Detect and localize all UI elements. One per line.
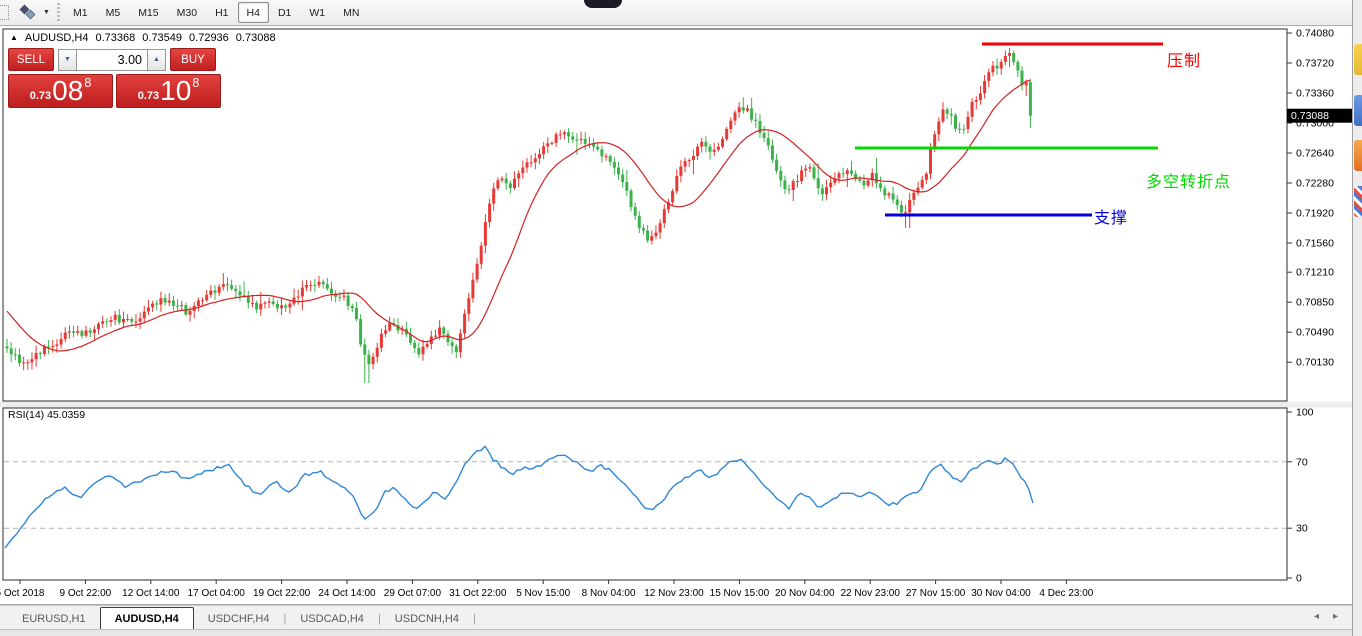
sell-button[interactable]: SELL	[8, 48, 54, 71]
svg-text:27 Nov 15:00: 27 Nov 15:00	[906, 588, 966, 599]
buy-price-prefix: 0.73	[138, 90, 159, 102]
svg-text:0.70850: 0.70850	[1296, 297, 1334, 309]
tab-USDCHF-H4[interactable]: USDCHF,H4	[194, 609, 284, 630]
timeframe-button-M30[interactable]: M30	[168, 2, 206, 23]
svg-text:0.73720: 0.73720	[1296, 58, 1334, 70]
current-price-text: 0.73088	[1291, 110, 1329, 122]
svg-text:0.72280: 0.72280	[1296, 178, 1334, 190]
buy-price-big: 10	[160, 77, 191, 105]
svg-text:8 Nov 04:00: 8 Nov 04:00	[582, 588, 636, 599]
svg-text:30: 30	[1296, 523, 1308, 535]
rsi-indicator-label: RSI(14) 45.0359	[8, 409, 85, 421]
svg-text:0.74080: 0.74080	[1296, 28, 1334, 40]
tab-divider: |	[473, 609, 476, 630]
buy-price-box[interactable]: 0.73 10 8	[116, 74, 221, 108]
svg-text:31 Oct 22:00: 31 Oct 22:00	[449, 588, 507, 599]
tabs-scroll-left-icon[interactable]: ◂	[1314, 611, 1319, 623]
blue-app-icon[interactable]	[1354, 95, 1362, 126]
timeframe-button-M5[interactable]: M5	[97, 2, 130, 23]
price-axis[interactable]: 0.740800.737200.733600.730000.726400.722…	[1287, 28, 1334, 369]
svg-text:0.71210: 0.71210	[1296, 267, 1334, 279]
tab-EURUSD-H1[interactable]: EURUSD,H1	[8, 609, 100, 630]
svg-text:9 Oct 22:00: 9 Oct 22:00	[60, 588, 112, 599]
svg-text:12 Nov 23:00: 12 Nov 23:00	[644, 588, 704, 599]
svg-text:5 Oct 2018: 5 Oct 2018	[0, 588, 45, 599]
time-axis[interactable]: 5 Oct 2018 9 Oct 22:00 12 Oct 14:00 17 Oct …	[0, 580, 1094, 599]
amount-input[interactable]	[77, 49, 147, 71]
rsi-axis[interactable]: 100 70 30 0	[1287, 407, 1314, 585]
striped-app-icon[interactable]	[1354, 186, 1362, 217]
svg-text:0: 0	[1296, 573, 1302, 585]
chart-tabs-bar: EURUSD,H1AUDUSD,H4USDCHF,H4|USDCAD,H4|US…	[0, 605, 1352, 629]
chart-canvas[interactable]: 0.740800.737200.733600.730000.726400.722…	[0, 28, 1352, 605]
svg-text:19 Oct 22:00: 19 Oct 22:00	[253, 588, 311, 599]
timeframe-button-H1[interactable]: H1	[206, 2, 237, 23]
dropdown-caret-icon[interactable]: ▼	[43, 9, 50, 16]
svg-text:17 Oct 04:00: 17 Oct 04:00	[188, 588, 246, 599]
timeframe-button-D1[interactable]: D1	[269, 2, 300, 23]
quote-open: 0.73368	[96, 32, 136, 44]
svg-text:15 Nov 15:00: 15 Nov 15:00	[710, 588, 770, 599]
desktop-edge-strip	[1352, 0, 1362, 636]
svg-text:100: 100	[1296, 407, 1314, 419]
panel-splitter[interactable]	[0, 402, 1352, 408]
annotation-label-pivot[interactable]: 多空转折点	[1146, 168, 1231, 192]
svg-text:30 Nov 04:00: 30 Nov 04:00	[971, 588, 1031, 599]
amount-increase-button[interactable]: ▲	[147, 49, 166, 71]
svg-text:0.70490: 0.70490	[1296, 327, 1334, 339]
buy-price-pipette: 8	[192, 76, 199, 90]
one-click-trading-widget: SELL ▼ ▲ BUY 0.73 08 8 0.73 10 8	[8, 48, 224, 108]
up-triangle-icon: ▲	[10, 33, 18, 42]
screen-notch	[584, 0, 622, 8]
annotation-label-support[interactable]: 支撑	[1094, 204, 1128, 228]
quote-high: 0.73549	[142, 32, 182, 44]
svg-text:0.72640: 0.72640	[1296, 148, 1334, 160]
amount-decrease-button[interactable]: ▼	[58, 49, 77, 71]
svg-text:4 Dec 23:00: 4 Dec 23:00	[1039, 588, 1093, 599]
tab-USDCAD-H4[interactable]: USDCAD,H4	[286, 609, 378, 630]
rsi-panel-box	[3, 408, 1287, 580]
sell-price-big: 08	[52, 77, 83, 105]
chart-tabs: EURUSD,H1AUDUSD,H4USDCHF,H4|USDCAD,H4|US…	[8, 607, 476, 630]
timeframe-button-MN[interactable]: MN	[334, 2, 368, 23]
svg-text:0.73360: 0.73360	[1296, 88, 1334, 100]
timeframe-button-M15[interactable]: M15	[129, 2, 167, 23]
top-toolbar: ▼ M1M5M15M30H1H4D1W1MN	[0, 0, 1362, 26]
timeframe-group: M1M5M15M30H1H4D1W1MN	[64, 2, 368, 23]
crosshair-partial-icon[interactable]	[0, 5, 9, 20]
timeframe-button-M1[interactable]: M1	[64, 2, 97, 23]
svg-text:12 Oct 14:00: 12 Oct 14:00	[122, 588, 180, 599]
yellow-app-icon[interactable]	[1354, 44, 1362, 75]
annotation-label-resistance[interactable]: 压制	[1167, 47, 1201, 71]
timeframe-button-H4[interactable]: H4	[238, 2, 269, 23]
svg-text:0.71560: 0.71560	[1296, 238, 1334, 250]
diamond-icon	[26, 10, 36, 20]
svg-text:20 Nov 04:00: 20 Nov 04:00	[775, 588, 835, 599]
svg-text:0.71920: 0.71920	[1296, 208, 1334, 220]
tab-USDCNH-H4[interactable]: USDCNH,H4	[381, 609, 473, 630]
sell-price-box[interactable]: 0.73 08 8	[8, 74, 113, 108]
sell-price-pipette: 8	[84, 76, 91, 90]
svg-text:22 Nov 23:00: 22 Nov 23:00	[840, 588, 900, 599]
toolbar-grip[interactable]	[57, 3, 60, 23]
quote-low: 0.72936	[189, 32, 229, 44]
svg-text:0.70130: 0.70130	[1296, 357, 1334, 369]
quote-line: ▲ AUDUSD,H4 0.73368 0.73549 0.72936 0.73…	[10, 32, 276, 44]
svg-text:70: 70	[1296, 456, 1308, 468]
quote-close: 0.73088	[236, 32, 276, 44]
svg-text:5 Nov 15:00: 5 Nov 15:00	[516, 588, 570, 599]
timeframe-button-W1[interactable]: W1	[300, 2, 334, 23]
buy-button[interactable]: BUY	[170, 48, 216, 71]
orange-app-icon[interactable]	[1354, 140, 1362, 171]
tab-AUDUSD-H4[interactable]: AUDUSD,H4	[100, 607, 194, 630]
indicator-diamonds-icon[interactable]	[20, 6, 38, 20]
sell-price-prefix: 0.73	[30, 90, 51, 102]
svg-text:24 Oct 14:00: 24 Oct 14:00	[318, 588, 376, 599]
quote-symbol: AUDUSD,H4	[25, 32, 89, 44]
tabs-scroll-right-icon[interactable]: ▸	[1333, 611, 1338, 623]
svg-text:29 Oct 07:00: 29 Oct 07:00	[384, 588, 442, 599]
status-bar	[0, 629, 1352, 636]
